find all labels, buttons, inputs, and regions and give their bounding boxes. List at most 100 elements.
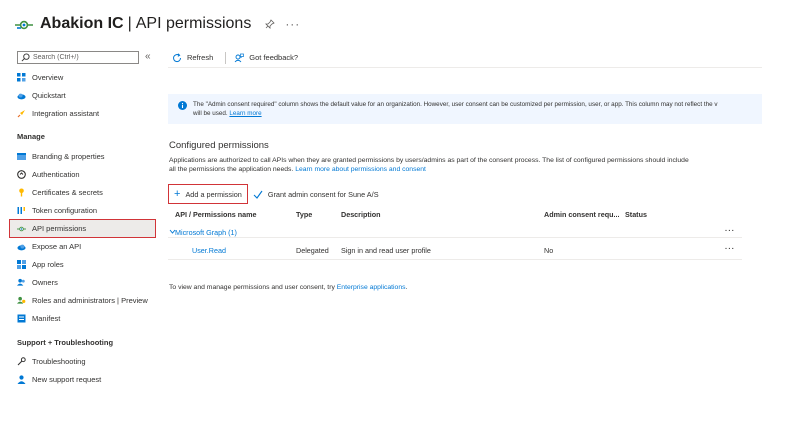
info-banner: The "Admin consent required" column show…	[168, 94, 762, 124]
sidebar-item-troubleshooting[interactable]: Troubleshooting	[10, 353, 155, 370]
feedback-icon	[234, 53, 245, 62]
wrench-icon	[17, 357, 26, 366]
sidebar-item-label: New support request	[32, 375, 102, 384]
sidebar-item-label: API permissions	[32, 224, 87, 233]
branding-icon	[17, 152, 26, 161]
table-row: User.Read Delegated Sign in and read use…	[168, 244, 742, 260]
checkmark-icon	[253, 190, 263, 199]
sidebar-item-label: Owners	[32, 278, 58, 287]
grant-admin-consent-button[interactable]: Grant admin consent for Sune A/S	[253, 190, 379, 199]
add-permission-button[interactable]: + Add a permission	[168, 184, 248, 204]
sidebar-item-label: Overview	[32, 73, 64, 82]
roles-icon	[17, 296, 26, 305]
sidebar-item-roles-administrators[interactable]: Roles and administrators | Preview	[10, 292, 155, 309]
pin-icon[interactable]	[265, 19, 275, 29]
column-header-admin-consent[interactable]: Admin consent requ...	[544, 210, 619, 219]
sidebar-item-expose-api[interactable]: Expose an API	[10, 238, 155, 255]
group-more-button[interactable]: ···	[725, 226, 735, 235]
sidebar-item-label: Quickstart	[32, 91, 66, 100]
table-group-row[interactable]: Microsoft Graph (1) ···	[168, 226, 742, 238]
refresh-button[interactable]: Refresh	[172, 52, 214, 63]
sidebar-item-quickstart[interactable]: Quickstart	[10, 87, 155, 104]
sidebar-item-label: Certificates & secrets	[32, 188, 103, 197]
permissions-consent-link[interactable]: Learn more about permissions and consent	[295, 166, 426, 173]
more-options-button[interactable]: ···	[285, 17, 300, 31]
sidebar-item-app-roles[interactable]: App roles	[10, 256, 155, 273]
sidebar-item-branding[interactable]: Branding & properties	[10, 148, 155, 165]
learn-more-link[interactable]: Learn more	[229, 110, 261, 117]
sidebar-item-new-support-request[interactable]: New support request	[10, 371, 155, 388]
app-name: Abakion IC	[40, 15, 124, 32]
column-header-type[interactable]: Type	[296, 210, 312, 219]
sidebar-item-label: Branding & properties	[32, 152, 105, 161]
toolbar-divider	[225, 51, 227, 64]
row-more-button[interactable]: ···	[725, 244, 735, 253]
column-header-status[interactable]: Status	[625, 210, 647, 219]
sidebar-item-label: Roles and administrators | Preview	[32, 296, 148, 305]
sidebar-item-label: Authentication	[32, 170, 80, 179]
sidebar: « Overview Quickstart Integration assist…	[0, 48, 160, 441]
sidebar-item-api-permissions[interactable]: API permissions	[9, 219, 156, 238]
sidebar-item-integration-assistant[interactable]: Integration assistant	[10, 105, 155, 122]
authentication-icon	[17, 170, 26, 179]
info-line-1: The "Admin consent required" column show…	[193, 101, 718, 108]
section-heading-manage: Manage	[17, 132, 45, 141]
add-permission-label: Add a permission	[185, 189, 242, 199]
sidebar-item-token-configuration[interactable]: Token configuration	[10, 202, 155, 219]
cloud-icon	[17, 91, 26, 100]
collapse-sidebar-button[interactable]: «	[145, 51, 151, 62]
sidebar-item-certificates[interactable]: Certificates & secrets	[10, 184, 155, 201]
app-roles-icon	[17, 260, 26, 269]
info-line-2-text: will be used.	[193, 110, 228, 117]
sidebar-item-owners[interactable]: Owners	[10, 274, 155, 291]
enterprise-apps-note-text: To view and manage permissions and user …	[169, 284, 335, 291]
rocket-icon	[17, 109, 26, 118]
configured-permissions-description: Applications are authorized to call APIs…	[169, 156, 749, 174]
enterprise-apps-note-end: .	[405, 284, 408, 291]
permission-name-link[interactable]: User.Read	[192, 246, 226, 255]
info-icon	[178, 101, 187, 110]
column-header-description[interactable]: Description	[341, 210, 381, 219]
desc-line-2: all the permissions the application need…	[169, 165, 749, 174]
enterprise-applications-link[interactable]: Enterprise applications	[337, 284, 406, 291]
configured-permissions-title: Configured permissions	[169, 140, 269, 151]
refresh-label: Refresh	[187, 53, 214, 62]
page-header: Abakion IC | API permissions ···	[14, 12, 300, 36]
page-title: API permissions	[135, 15, 252, 32]
grant-admin-consent-label: Grant admin consent for Sune A/S	[267, 189, 379, 199]
desc-line-2-text: all the permissions the application need…	[169, 166, 294, 173]
info-text: The "Admin consent required" column show…	[193, 100, 717, 118]
token-icon	[17, 206, 26, 215]
table-header: API / Permissions name Type Description …	[168, 208, 742, 221]
key-icon	[17, 188, 26, 197]
grid-icon	[17, 73, 26, 82]
permission-actions: + Add a permission Grant admin consent f…	[168, 184, 379, 204]
sidebar-item-label: App roles	[32, 260, 64, 269]
permission-type-cell: Delegated	[296, 246, 329, 255]
sidebar-item-label: Troubleshooting	[32, 357, 86, 366]
search-box[interactable]	[17, 51, 139, 64]
feedback-button[interactable]: Got feedback?	[234, 53, 298, 63]
permission-description-cell: Sign in and read user profile	[341, 246, 431, 255]
desc-line-1: Applications are authorized to call APIs…	[169, 157, 689, 164]
column-header-name[interactable]: API / Permissions name	[175, 210, 257, 219]
app-registration-icon	[15, 20, 33, 30]
permission-name-cell: User.Read	[192, 246, 226, 255]
cloud-api-icon	[17, 242, 26, 251]
sidebar-item-label: Expose an API	[32, 242, 82, 251]
support-person-icon	[17, 375, 26, 384]
enterprise-apps-note: To view and manage permissions and user …	[169, 284, 407, 291]
sidebar-item-label: Integration assistant	[32, 109, 100, 118]
refresh-icon	[173, 52, 182, 62]
sidebar-item-overview[interactable]: Overview	[10, 69, 155, 86]
api-permissions-icon	[17, 224, 26, 233]
sidebar-item-manifest[interactable]: Manifest	[10, 310, 155, 327]
group-label[interactable]: Microsoft Graph (1)	[175, 228, 237, 237]
sidebar-item-label: Token configuration	[32, 206, 98, 215]
search-input[interactable]	[33, 54, 133, 61]
owners-icon	[17, 278, 26, 287]
manifest-icon	[17, 314, 26, 323]
feedback-label: Got feedback?	[249, 53, 299, 62]
sidebar-item-authentication[interactable]: Authentication	[10, 166, 155, 183]
title-separator: |	[127, 15, 132, 32]
